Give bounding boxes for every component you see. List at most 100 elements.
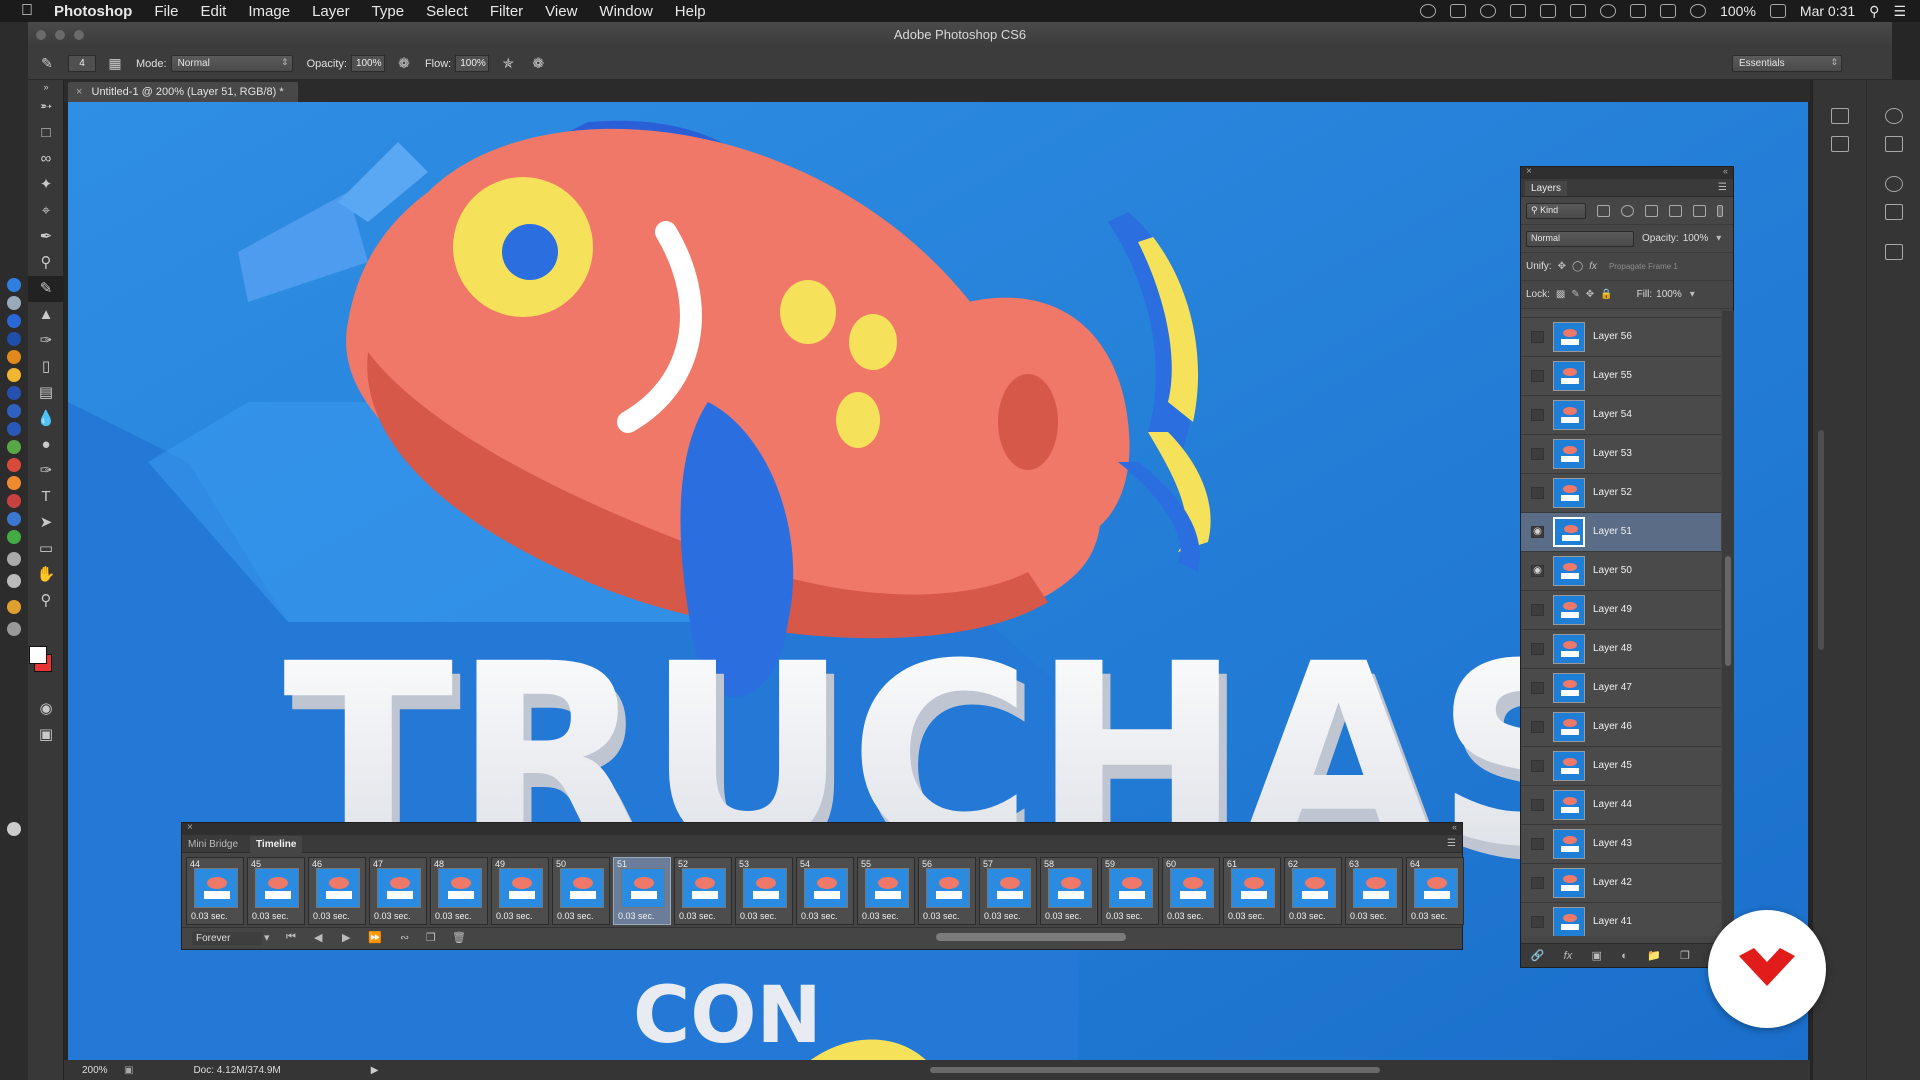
loop-select[interactable]: Forever: [192, 932, 262, 945]
history-panel-icon[interactable]: [1831, 108, 1849, 124]
animation-frame[interactable]: 49 0.03 sec.: [491, 857, 549, 925]
battery-icon[interactable]: [1769, 4, 1786, 18]
layer-row[interactable]: Layer 55: [1521, 357, 1721, 396]
layer-row[interactable]: Layer 41: [1521, 903, 1721, 936]
brush-panel-toggle-icon[interactable]: ▦: [104, 53, 126, 75]
frame-delay-select[interactable]: 0.03 sec.: [191, 911, 228, 921]
document-tab[interactable]: × Untitled-1 @ 200% (Layer 51, RGB/8) *: [68, 82, 298, 102]
menu-filter[interactable]: Filter: [479, 3, 534, 20]
system-app-icon[interactable]: [7, 296, 21, 310]
finder-icon[interactable]: [7, 278, 21, 292]
layer-row-selected[interactable]: ◉ Layer 51: [1521, 513, 1721, 552]
animation-frame[interactable]: 44 0.03 sec.: [186, 857, 244, 925]
animation-frame[interactable]: 56 0.03 sec.: [918, 857, 976, 925]
visibility-toggle[interactable]: [1531, 916, 1544, 928]
link-layers-icon[interactable]: 🔗: [1531, 949, 1545, 962]
menu-window[interactable]: Window: [588, 3, 663, 20]
menu-layer[interactable]: Layer: [301, 3, 361, 20]
app-icon-10[interactable]: [7, 574, 21, 588]
close-timeline-icon[interactable]: ×: [187, 822, 193, 833]
frame-delay-select[interactable]: 0.03 sec.: [1411, 911, 1448, 921]
volume-icon[interactable]: [1630, 4, 1647, 18]
mode-select[interactable]: Normal: [170, 55, 293, 72]
collapse-panel-icon[interactable]: «: [1723, 166, 1728, 176]
animation-frame[interactable]: 51 0.03 sec.: [613, 857, 671, 925]
filter-type-icon[interactable]: [1645, 204, 1658, 217]
zoom-window-button[interactable]: [74, 30, 84, 40]
app-icon-8[interactable]: [7, 512, 21, 526]
layer-row[interactable]: Layer 56: [1521, 318, 1721, 357]
sketch-app-icon[interactable]: [7, 368, 21, 382]
app-icon-5[interactable]: [7, 458, 21, 472]
visibility-toggle[interactable]: [1531, 487, 1544, 499]
canvas-vertical-scrollbar[interactable]: [1818, 430, 1824, 650]
menu-edit[interactable]: Edit: [190, 3, 238, 20]
animation-frame[interactable]: 46 0.03 sec.: [308, 857, 366, 925]
animation-frame[interactable]: 47 0.03 sec.: [369, 857, 427, 925]
apple-logo-icon[interactable]: : [0, 2, 54, 20]
status-menu-icon[interactable]: ▶: [371, 1065, 379, 1076]
blend-mode-select[interactable]: Normal: [1526, 230, 1634, 247]
loop-dropdown-icon[interactable]: ▾: [264, 931, 270, 944]
fill-dropdown-icon[interactable]: ▾: [1690, 289, 1695, 300]
animation-frame[interactable]: 57 0.03 sec.: [979, 857, 1037, 925]
menu-type[interactable]: Type: [361, 3, 416, 20]
brush-size-picker[interactable]: 4: [68, 55, 96, 72]
layer-row[interactable]: Layer 44: [1521, 786, 1721, 825]
animation-frame[interactable]: 59 0.03 sec.: [1101, 857, 1159, 925]
menu-image[interactable]: Image: [237, 3, 301, 20]
visibility-toggle[interactable]: [1531, 877, 1544, 889]
menu-view[interactable]: View: [534, 3, 588, 20]
sync-icon[interactable]: [1480, 4, 1497, 18]
dropbox-icon[interactable]: [1450, 4, 1467, 18]
bluetooth-icon[interactable]: [1660, 4, 1677, 18]
lasso-tool-icon[interactable]: ∞: [28, 146, 64, 172]
spotlight-icon[interactable]: ⚲: [1869, 3, 1879, 20]
gradient-tool-icon[interactable]: ▤: [28, 380, 64, 406]
layer-style-icon[interactable]: fx: [1564, 950, 1573, 962]
frame-delay-select[interactable]: 0.03 sec.: [496, 911, 533, 921]
lock-image-icon[interactable]: ✎: [1571, 289, 1579, 300]
brush-tool-icon[interactable]: ✎: [28, 276, 64, 302]
flow-input[interactable]: 100%: [455, 55, 490, 72]
pressure-size-icon[interactable]: ❁: [527, 53, 549, 75]
frame-delay-select[interactable]: 0.03 sec.: [862, 911, 899, 921]
hand-tool-icon[interactable]: ✋: [28, 562, 64, 588]
animation-frame[interactable]: 61 0.03 sec.: [1223, 857, 1281, 925]
frame-delay-select[interactable]: 0.03 sec.: [984, 911, 1021, 921]
close-panel-icon[interactable]: ×: [1526, 166, 1532, 177]
unify-style-icon[interactable]: fx: [1589, 261, 1597, 272]
layer-row[interactable]: Layer 54: [1521, 396, 1721, 435]
menu-file[interactable]: File: [143, 3, 189, 20]
animation-frame[interactable]: 58 0.03 sec.: [1040, 857, 1098, 925]
visibility-toggle[interactable]: [1531, 331, 1544, 343]
layer-row[interactable]: Layer 53: [1521, 435, 1721, 474]
timeline-menu-icon[interactable]: ☰: [1447, 838, 1456, 849]
layers-scroll-thumb[interactable]: [1725, 556, 1731, 666]
layer-row-partial[interactable]: [1521, 311, 1721, 318]
lock-position-icon[interactable]: ✥: [1586, 289, 1594, 300]
visibility-toggle[interactable]: [1531, 838, 1544, 850]
record-icon[interactable]: [1420, 4, 1437, 18]
app-icon-2[interactable]: [7, 404, 21, 418]
filter-smart-object-icon[interactable]: [1693, 204, 1706, 217]
visibility-toggle[interactable]: [1531, 682, 1544, 694]
app-icon-12[interactable]: [7, 622, 21, 636]
zoom-level[interactable]: 200%: [64, 1065, 124, 1076]
frame-delay-select[interactable]: 0.03 sec.: [923, 911, 960, 921]
app-store-icon[interactable]: [7, 314, 21, 328]
illustrator-app-icon[interactable]: [7, 350, 21, 364]
app-icon-11[interactable]: [7, 600, 21, 614]
animation-frame[interactable]: 54 0.03 sec.: [796, 857, 854, 925]
layer-row[interactable]: Layer 45: [1521, 747, 1721, 786]
visibility-toggle[interactable]: [1531, 409, 1544, 421]
duplicate-frame-icon[interactable]: ❐: [426, 931, 436, 944]
add-mask-icon[interactable]: ▣: [1592, 949, 1602, 962]
minimize-window-button[interactable]: [55, 30, 65, 40]
quick-mask-icon[interactable]: ◉: [28, 696, 64, 722]
menu-app-name[interactable]: Photoshop: [54, 3, 143, 20]
airbrush-icon[interactable]: ✯: [497, 53, 519, 75]
zoom-tool-icon[interactable]: ⚲: [28, 588, 64, 614]
frame-delay-select[interactable]: 0.03 sec.: [618, 911, 655, 921]
frame-delay-select[interactable]: 0.03 sec.: [313, 911, 350, 921]
